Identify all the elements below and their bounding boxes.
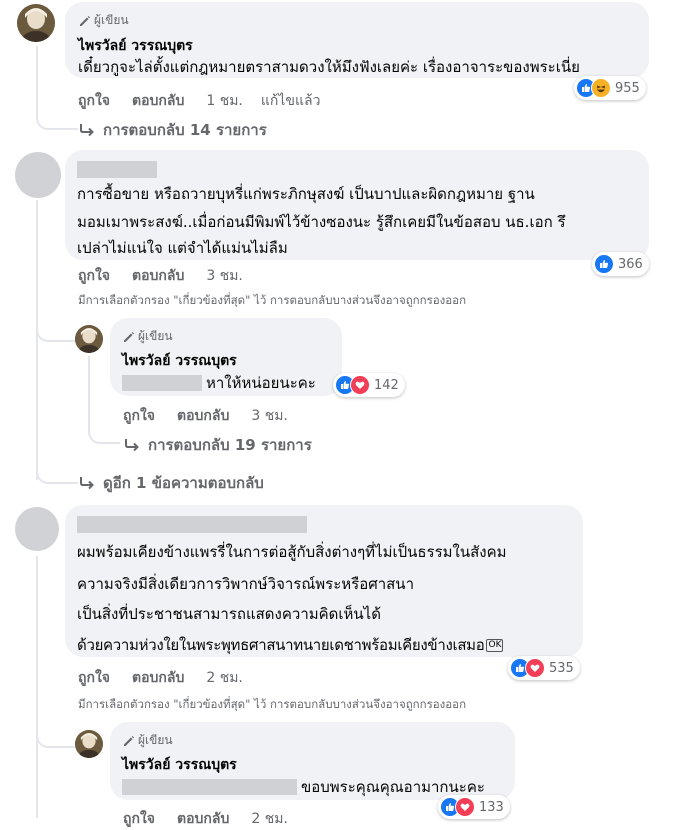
comment-text: เดี๋ยวกูจะไล่ตั้งแต่กฎหมายตราสามดวงให้มึ…	[78, 58, 580, 76]
reply-button[interactable]: ตอบกลับ	[177, 405, 229, 427]
reaction-count: 142	[374, 377, 399, 393]
pencil-icon	[124, 735, 134, 746]
reply-arrow-icon	[80, 477, 94, 490]
avatar[interactable]	[75, 730, 103, 758]
thread-line	[36, 556, 38, 818]
timestamp[interactable]: 3 ชม.	[206, 265, 243, 287]
author-badge: ผู้เขียน	[123, 327, 173, 346]
view-replies-label: การตอบกลับ 14 รายการ	[103, 121, 267, 139]
filter-note: มีการเลือกตัวกรอง "เกี่ยวข้องที่สุด" ไว้…	[78, 293, 467, 307]
reaction-summary[interactable]: 133	[438, 795, 510, 819]
reaction-summary[interactable]: 535	[508, 656, 580, 680]
reply-arrow-icon	[80, 124, 94, 137]
reply-text-row: หาให้หน่อยนะคะ	[122, 371, 316, 395]
comment-text-line: มอมเมาพระสงฆ์..เมื่อก่อนมีพิมพ์ไว้ข้างซอ…	[77, 213, 566, 231]
like-button[interactable]: ถูกใจ	[123, 405, 155, 427]
reaction-summary[interactable]: 142	[333, 373, 405, 397]
pencil-icon	[124, 331, 134, 342]
reply-text: หาให้หน่อยนะคะ	[206, 374, 316, 392]
reply-button[interactable]: ตอบกลับ	[177, 808, 229, 830]
reply-actions: ถูกใจ ตอบกลับ 2 ชม.	[123, 808, 288, 830]
avatar[interactable]	[75, 325, 103, 353]
avatar[interactable]	[17, 4, 55, 42]
timestamp[interactable]: 1 ชม.	[206, 90, 243, 112]
redacted-name	[77, 516, 307, 533]
reaction-count: 535	[549, 660, 574, 676]
thread-connector	[36, 720, 76, 748]
mention-tag[interactable]	[122, 375, 202, 391]
avatar[interactable]	[15, 152, 61, 198]
like-button[interactable]: ถูกใจ	[78, 90, 110, 112]
author-badge-label: ผู้เขียน	[94, 13, 129, 27]
commenter-name[interactable]: ไพรวัลย์ วรรณบุตร	[122, 350, 237, 372]
reply-button[interactable]: ตอบกลับ	[132, 265, 184, 287]
reaction-count: 133	[479, 799, 504, 815]
reply-text-row: ขอบพระคุณคุณอามากนะคะ	[122, 775, 485, 799]
commenter-name[interactable]: ไพรวัลย์ วรรณบุตร	[122, 754, 237, 776]
view-replies-link[interactable]: การตอบกลับ 19 รายการ	[124, 433, 312, 457]
comment-actions: ถูกใจ ตอบกลับ 3 ชม.	[78, 265, 243, 287]
pencil-icon	[80, 15, 90, 26]
comment-text-row: ด้วยความห่วงใยในพระพุทธศาสนาทนายเดชาพร้อ…	[77, 633, 504, 657]
ok-emoji-icon: OK	[486, 638, 504, 652]
love-icon	[350, 375, 370, 395]
author-badge: ผู้เขียน	[79, 11, 129, 30]
redacted-name	[77, 161, 157, 178]
reaction-summary[interactable]: 366	[592, 252, 649, 276]
love-icon	[455, 797, 475, 817]
reply-actions: ถูกใจ ตอบกลับ 3 ชม.	[123, 405, 288, 427]
thread-connector	[36, 420, 78, 484]
haha-icon	[591, 78, 611, 98]
reaction-count: 366	[618, 256, 643, 272]
author-badge-label: ผู้เขียน	[138, 733, 173, 747]
comment-text-line: ผมพร้อมเคียงข้างแพรรี่ในการต่อสู้กับสิ่ง…	[77, 543, 507, 561]
timestamp[interactable]: 2 ชม.	[251, 808, 288, 830]
comment-text-line: เปล่าไม่แน่ใจ แต่จำได้แม่นไม่ลืม	[77, 239, 288, 257]
mention-tag[interactable]	[122, 779, 297, 795]
comment-text-line: การซื้อขาย หรือถวายบุหรี่แก่พระภิกษุสงฆ์…	[77, 185, 535, 203]
comment-text-line: ความจริงมีสิ่งเดียวการวิพากษ์วิจารณ์พระห…	[77, 575, 414, 593]
author-badge-label: ผู้เขียน	[138, 329, 173, 343]
view-replies-link[interactable]: การตอบกลับ 14 รายการ	[79, 118, 267, 142]
like-icon	[594, 254, 614, 274]
comment-actions: ถูกใจ ตอบกลับ 1 ชม. แก้ไขแล้ว	[78, 90, 320, 112]
timestamp[interactable]: 3 ชม.	[251, 405, 288, 427]
reaction-count: 955	[615, 80, 640, 96]
comment-actions: ถูกใจ ตอบกลับ 2 ชม.	[78, 667, 243, 689]
reaction-summary[interactable]: 955	[574, 76, 646, 100]
comment-text-line: ด้วยความห่วงใยในพระพุทธศาสนาทนายเดชาพร้อ…	[77, 636, 485, 654]
like-button[interactable]: ถูกใจ	[78, 667, 110, 689]
like-button[interactable]: ถูกใจ	[78, 265, 110, 287]
reply-arrow-icon	[125, 439, 139, 452]
thread-connector	[36, 310, 76, 342]
edited-label[interactable]: แก้ไขแล้ว	[261, 90, 321, 112]
more-replies-link[interactable]: ดูอีก 1 ข้อความตอบกลับ	[79, 471, 264, 495]
author-badge: ผู้เขียน	[123, 731, 173, 750]
reply-button[interactable]: ตอบกลับ	[132, 90, 184, 112]
avatar[interactable]	[15, 507, 59, 551]
filter-note: มีการเลือกตัวกรอง "เกี่ยวข้องที่สุด" ไว้…	[78, 697, 467, 711]
timestamp[interactable]: 2 ชม.	[206, 667, 243, 689]
like-button[interactable]: ถูกใจ	[123, 808, 155, 830]
commenter-name[interactable]: ไพรวัลย์ วรรณบุตร	[78, 35, 193, 57]
love-icon	[525, 658, 545, 678]
more-replies-label: ดูอีก 1 ข้อความตอบกลับ	[103, 474, 264, 492]
view-replies-label: การตอบกลับ 19 รายการ	[148, 436, 312, 454]
reply-button[interactable]: ตอบกลับ	[132, 667, 184, 689]
comment-text-line: เป็นสิ่งที่ประชาชนสามารถแสดงความคิดเห็นไ…	[77, 605, 381, 623]
